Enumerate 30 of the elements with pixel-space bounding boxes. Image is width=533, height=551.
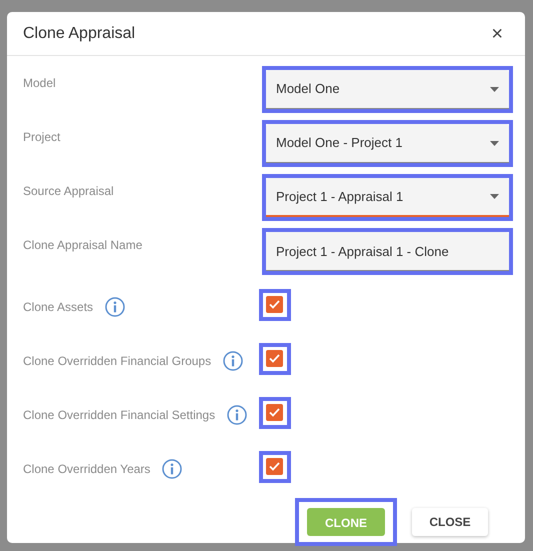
info-icon[interactable] [223,351,244,371]
close-button[interactable]: × [485,24,509,44]
field-label: Source Appraisal [23,183,115,200]
check-icon [269,462,280,471]
check-icon [269,300,280,309]
field-label: Model [23,75,57,92]
check-icon [269,408,280,417]
select-field[interactable]: Project 1 - Appraisal 1 [266,178,509,217]
option-label: Clone Overridden Financial Groups [23,353,212,370]
field-label: Project [23,129,62,146]
caret-icon [490,194,499,199]
option-label: Clone Assets [23,299,94,316]
close-button[interactable]: CLOSE [412,508,488,536]
dialog-title: Clone Appraisal [23,24,136,44]
caret-icon [490,86,499,92]
checkbox[interactable] [266,458,283,475]
checkbox[interactable] [266,404,283,421]
option-label: Clone Overridden Financial Settings [23,407,216,424]
info-icon[interactable] [227,405,248,425]
checkbox[interactable] [266,296,283,313]
checkbox[interactable] [266,350,283,367]
select-field[interactable]: Model One [266,70,509,109]
caret-icon [490,140,499,146]
field-label: Clone Appraisal Name [23,237,144,254]
info-icon[interactable] [105,297,126,317]
select-field[interactable]: Model One - Project 1 [266,124,509,163]
info-icon[interactable] [162,459,182,479]
check-icon [269,354,280,363]
option-label: Clone Overridden Years [23,461,150,478]
text-field[interactable]: Project 1 - Appraisal 1 - Clone [266,232,509,271]
